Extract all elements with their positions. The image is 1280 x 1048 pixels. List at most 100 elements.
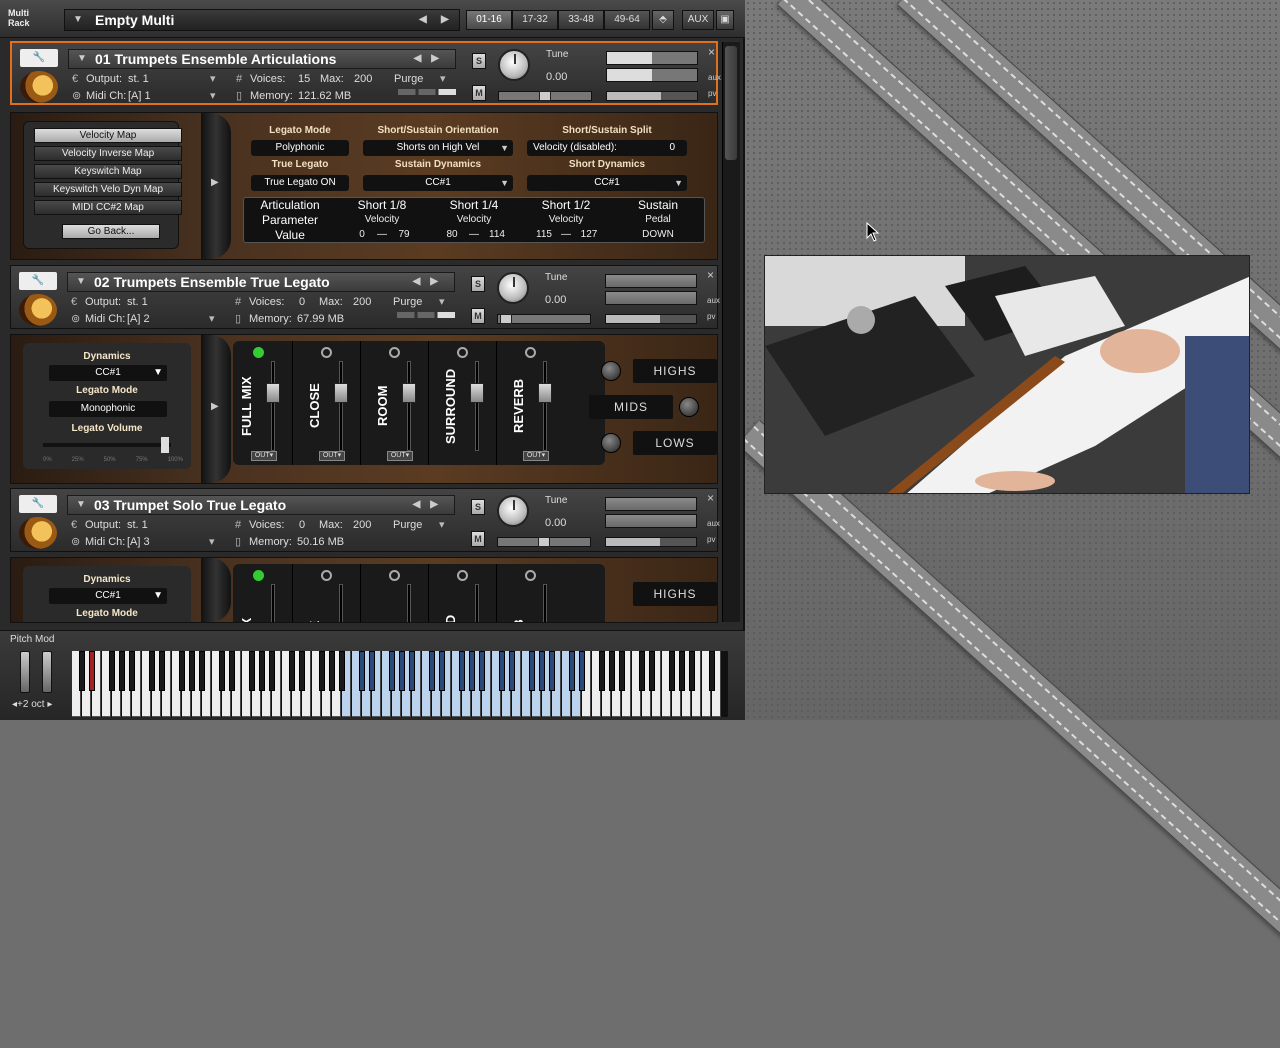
out-select[interactable]: OUT▾ xyxy=(387,451,413,461)
black-key[interactable] xyxy=(529,651,535,691)
instrument-nav-icon[interactable]: ◀▶ xyxy=(414,50,449,68)
dropdown-icon[interactable]: ▼ xyxy=(73,10,83,30)
pitch-wheel[interactable] xyxy=(20,651,30,693)
close-instrument-icon[interactable]: × xyxy=(708,45,715,59)
param-select[interactable]: Velocity xyxy=(340,214,424,225)
split-field[interactable]: Velocity (disabled): 0 xyxy=(527,140,687,156)
purge-button[interactable]: Purge xyxy=(393,517,422,533)
tune-knob[interactable] xyxy=(498,49,530,81)
page-33-48-button[interactable]: 33-48 xyxy=(558,10,604,30)
tune-knob[interactable] xyxy=(497,495,529,527)
black-key[interactable] xyxy=(339,651,345,691)
black-key[interactable] xyxy=(409,651,415,691)
black-key[interactable] xyxy=(639,651,645,691)
black-key[interactable] xyxy=(479,651,485,691)
black-key[interactable] xyxy=(249,651,255,691)
black-key[interactable] xyxy=(579,651,585,691)
midi-cc2-map-button[interactable]: MIDI CC#2 Map xyxy=(34,200,182,215)
tune-knob[interactable] xyxy=(497,272,529,304)
out-select[interactable]: OUT▾ xyxy=(319,451,345,461)
power-icon[interactable] xyxy=(525,347,536,358)
black-key[interactable] xyxy=(109,651,115,691)
dropdown-icon[interactable]: ▼ xyxy=(674,175,683,191)
midi-value[interactable]: [A] 3 xyxy=(127,534,150,550)
mute-button[interactable]: M xyxy=(471,308,485,324)
dynamics-select[interactable]: CC#1 ▼ xyxy=(49,365,167,381)
pan-handle[interactable] xyxy=(539,91,551,101)
black-key[interactable] xyxy=(289,651,295,691)
out-select[interactable]: OUT▾ xyxy=(251,451,277,461)
dynamics-select[interactable]: CC#1 ▼ xyxy=(49,588,167,604)
black-key[interactable] xyxy=(599,651,605,691)
instrument-header-3[interactable]: 🔧 ▼ 03 Trumpet Solo True Legato ◀▶ € Out… xyxy=(10,488,720,552)
piano-keyboard[interactable] xyxy=(72,651,728,717)
keyswitch-velo-dyn-map-button[interactable]: Keyswitch Velo Dyn Map xyxy=(34,182,182,197)
legato-volume-slider[interactable] xyxy=(43,443,171,447)
black-key[interactable] xyxy=(549,651,555,691)
instrument-name-bar[interactable]: ▼ 02 Trumpets Ensemble True Legato ◀▶ xyxy=(67,272,455,292)
dropdown-icon[interactable]: ▼ xyxy=(500,140,509,156)
next-multi-icon[interactable]: ▶ xyxy=(441,10,449,30)
purge-button[interactable]: Purge xyxy=(393,294,422,310)
collapse-icon[interactable]: ▼ xyxy=(76,273,86,291)
mod-wheel[interactable] xyxy=(42,651,52,693)
instrument-nav-icon[interactable]: ◀▶ xyxy=(413,496,448,514)
volume-slider[interactable] xyxy=(605,537,697,547)
black-key[interactable] xyxy=(189,651,195,691)
black-key[interactable] xyxy=(319,651,325,691)
power-icon[interactable] xyxy=(525,570,536,581)
power-icon[interactable] xyxy=(253,347,264,358)
fader-cap[interactable] xyxy=(470,383,484,403)
black-key[interactable] xyxy=(679,651,685,691)
sustain-dynamics-select[interactable]: CC#1 ▼ xyxy=(363,175,513,191)
aux-label[interactable]: aux xyxy=(707,296,720,305)
multi-name-field[interactable]: ▼ Empty Multi ◀ ▶ xyxy=(64,9,460,31)
black-key[interactable] xyxy=(459,651,465,691)
black-key[interactable] xyxy=(199,651,205,691)
mute-button[interactable]: M xyxy=(472,85,486,101)
max-value[interactable]: 200 xyxy=(353,517,371,533)
aux-label[interactable]: aux xyxy=(707,519,720,528)
pan-handle[interactable] xyxy=(500,314,512,324)
purge-button[interactable]: Purge xyxy=(394,71,423,87)
black-key[interactable] xyxy=(389,651,395,691)
value-hi[interactable]: 79 xyxy=(392,229,416,240)
volume-slider[interactable] xyxy=(606,91,698,101)
power-icon[interactable] xyxy=(321,347,332,358)
velocity-inverse-map-button[interactable]: Velocity Inverse Map xyxy=(34,146,182,161)
pan-slider[interactable] xyxy=(498,91,592,101)
routing-icon[interactable]: ⬘ xyxy=(652,10,674,30)
lows-knob[interactable] xyxy=(601,433,621,453)
instrument-header-1[interactable]: 🔧 ▼ 01 Trumpets Ensemble Articulations ◀… xyxy=(10,41,721,105)
pan-slider[interactable] xyxy=(497,314,591,324)
pv-label[interactable]: pv xyxy=(707,312,715,321)
black-key[interactable] xyxy=(649,651,655,691)
instrument-name-bar[interactable]: ▼ 03 Trumpet Solo True Legato ◀▶ xyxy=(67,495,455,515)
collapse-icon[interactable]: ▼ xyxy=(76,496,86,514)
close-rack-icon[interactable]: ▣ xyxy=(716,10,734,30)
value-state[interactable]: DOWN xyxy=(616,229,700,240)
wrench-icon[interactable]: 🔧 xyxy=(19,272,57,290)
black-key[interactable] xyxy=(509,651,515,691)
black-key[interactable] xyxy=(709,651,715,691)
power-icon[interactable] xyxy=(389,570,400,581)
black-key[interactable] xyxy=(299,651,305,691)
black-key[interactable] xyxy=(119,651,125,691)
dropdown-icon[interactable]: ▼ xyxy=(153,588,163,604)
black-key[interactable] xyxy=(159,651,165,691)
black-key[interactable] xyxy=(179,651,185,691)
wrench-icon[interactable]: 🔧 xyxy=(19,495,57,513)
param-select[interactable]: Velocity xyxy=(524,214,608,225)
pan-slider[interactable] xyxy=(497,537,591,547)
fader-cap[interactable] xyxy=(538,383,552,403)
octave-shift[interactable]: ◂+2 oct ▸ xyxy=(12,699,52,710)
param-select[interactable]: Pedal xyxy=(616,214,700,225)
black-key[interactable] xyxy=(259,651,265,691)
wrench-icon[interactable]: 🔧 xyxy=(20,49,58,67)
expand-icon[interactable]: ▶ xyxy=(211,177,219,188)
legato-mode-select[interactable]: Monophonic xyxy=(49,401,167,417)
black-key[interactable] xyxy=(399,651,405,691)
value-hi[interactable]: 114 xyxy=(484,229,510,240)
black-key[interactable] xyxy=(79,651,85,691)
solo-button[interactable]: S xyxy=(471,499,485,515)
